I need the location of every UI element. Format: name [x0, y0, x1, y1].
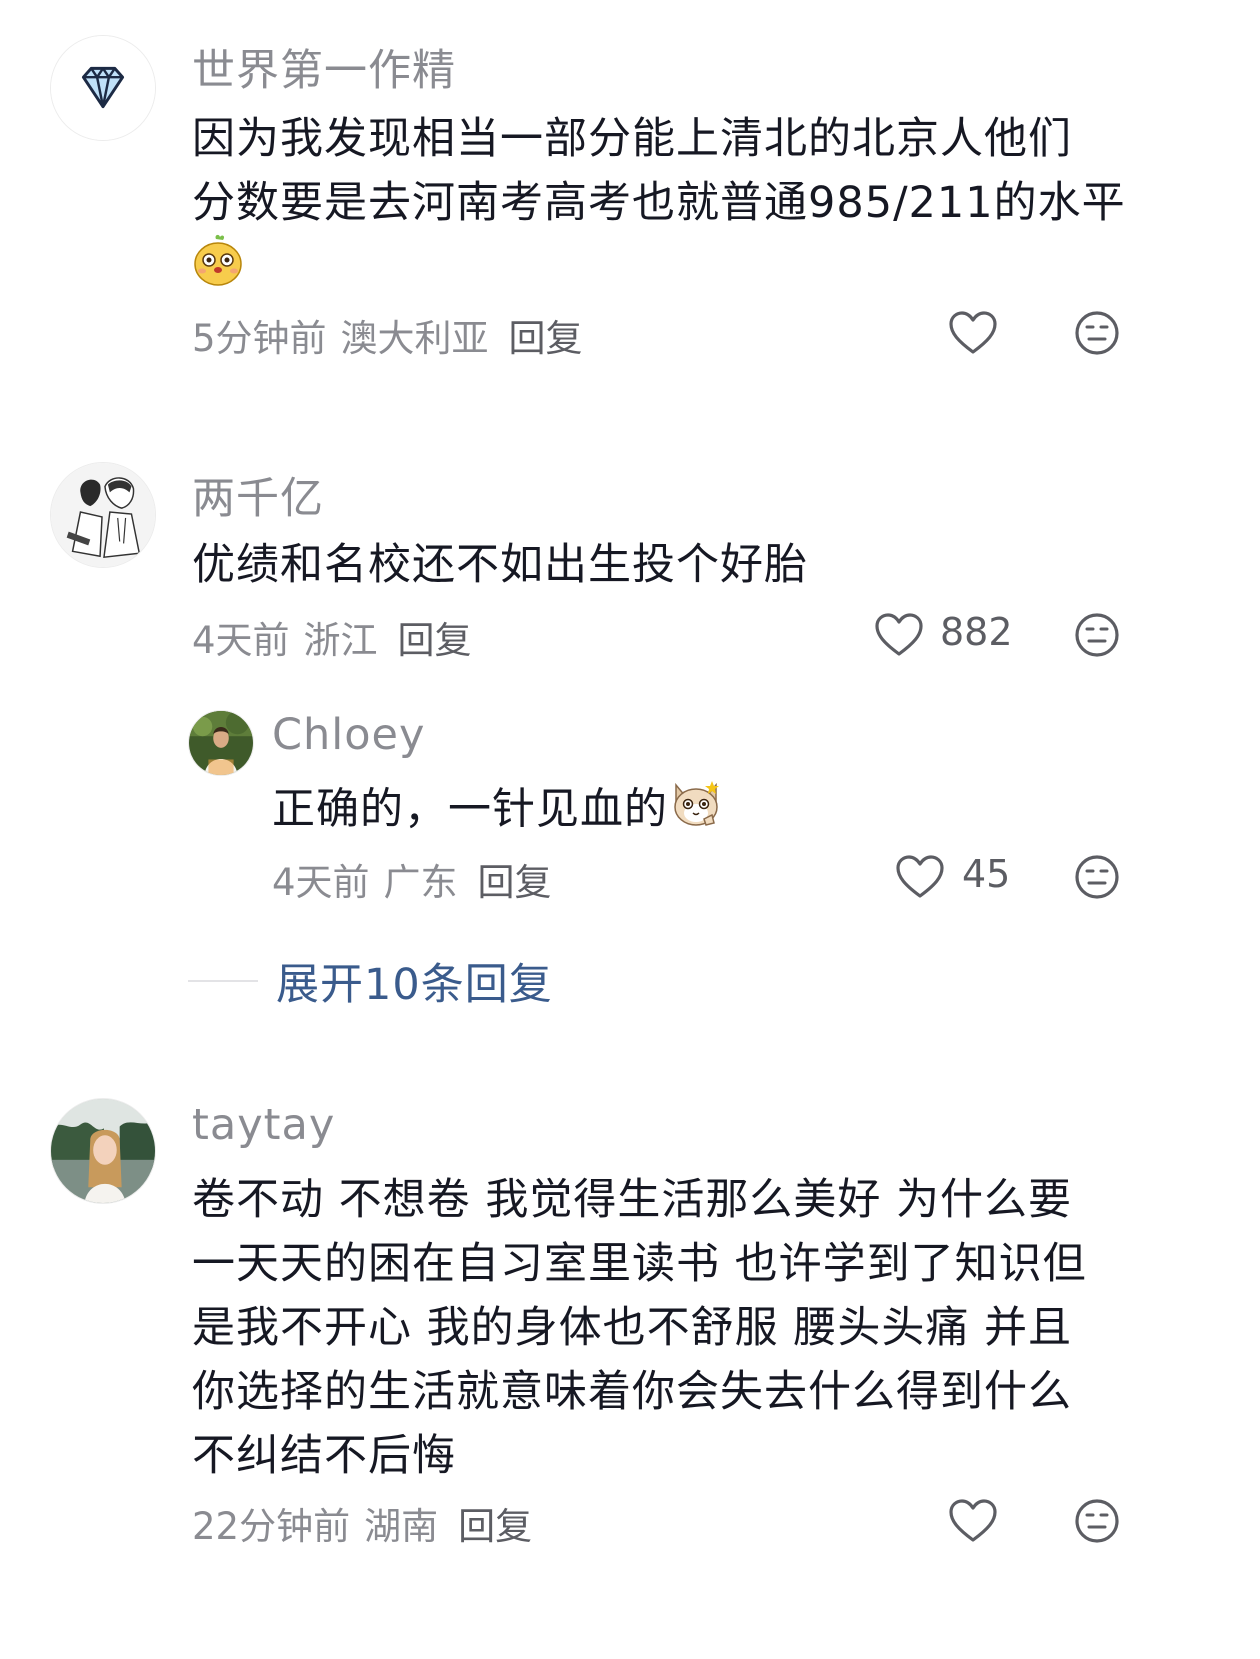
manga-illustration-avatar [51, 463, 155, 567]
neutral-face-icon [1075, 311, 1119, 355]
comment-4-username[interactable]: taytay [192, 1100, 335, 1150]
comment-2-reply-button[interactable]: 回复 [398, 610, 472, 664]
heart-icon [949, 1499, 997, 1542]
cute-dog-sticker-icon [192, 233, 244, 287]
comment-2-time: 4天前 [192, 619, 290, 662]
comment-4-line-1: 卷不动 不想卷 我觉得生活那么美好 为什么要 [192, 1175, 1073, 1225]
comment-2-like-button[interactable] [874, 612, 924, 658]
reply-location: 广东 [383, 861, 458, 904]
photo-avatar [189, 711, 253, 775]
comment-4-line-2: 一天天的困在自习室里读书 也许学到了知识但 [192, 1239, 1087, 1289]
comment-1-line-2: 分数要是去河南考高考也就普通985/211的水平 [192, 178, 1126, 228]
comment-4-line-4: 你选择的生活就意味着你会失去什么得到什么 [192, 1367, 1072, 1417]
comment-1-reply-button[interactable]: 回复 [509, 308, 583, 362]
reply-like-button[interactable] [895, 854, 945, 900]
reply-time: 4天前 [272, 861, 370, 904]
comment-4-reply-button[interactable]: 回复 [458, 1496, 532, 1550]
comment-4-line-3: 是我不开心 我的身体也不舒服 腰头头痛 并且 [192, 1303, 1073, 1353]
avatar-comment-4[interactable] [50, 1098, 156, 1204]
expand-replies-label[interactable]: 展开10条回复 [276, 950, 553, 1012]
reply-reply-button[interactable]: 回复 [478, 852, 552, 906]
reply-dislike-button[interactable] [1074, 854, 1120, 900]
reply-meta: 4天前 广东 回复 [272, 852, 566, 906]
cat-thumbs-up-sticker-icon [668, 775, 724, 849]
comment-2-text: 优绩和名校还不如出生投个好胎 [192, 533, 1232, 597]
comment-4-dislike-button[interactable] [1074, 1498, 1120, 1544]
comment-list: 世界第一作精 因为我发现相当一部分能上清北的北京人他们 分数要是去河南考高考也就… [0, 0, 1260, 1659]
comment-1-username[interactable]: 世界第一作精 [192, 36, 456, 98]
reply-text: 正确的，一针见血的 [272, 775, 1172, 849]
avatar-comment-2[interactable] [50, 462, 156, 568]
reply-text-body: 正确的，一针见血的 [272, 784, 668, 835]
comment-1-location: 澳大利亚 [340, 317, 489, 360]
comment-1-meta: 5分钟前 澳大利亚 回复 [192, 308, 597, 362]
heart-icon [896, 855, 944, 898]
comment-2-meta: 4天前 浙江 回复 [192, 610, 486, 664]
comment-1-time: 5分钟前 [192, 317, 327, 360]
heart-icon [949, 311, 997, 354]
comment-4-location: 湖南 [364, 1505, 439, 1548]
comment-2-dislike-button[interactable] [1074, 612, 1120, 658]
heart-icon [875, 613, 923, 656]
reply-like-count: 45 [962, 852, 1011, 896]
comment-4-time: 22分钟前 [192, 1505, 351, 1548]
neutral-face-icon [1075, 1499, 1119, 1543]
comment-1-text: 因为我发现相当一部分能上清北的北京人他们 分数要是去河南考高考也就普通985/2… [192, 107, 1232, 235]
reply-username[interactable]: Chloey [272, 710, 425, 760]
comment-1-dislike-button[interactable] [1074, 310, 1120, 356]
photo-avatar [51, 1099, 155, 1203]
neutral-face-icon [1075, 855, 1119, 899]
comment-4-like-button[interactable] [948, 1498, 998, 1544]
comment-2-like-count: 882 [940, 610, 1013, 654]
comment-1-line-1: 因为我发现相当一部分能上清北的北京人他们 [192, 114, 1072, 164]
expand-divider [188, 980, 258, 982]
diamond-icon [51, 36, 155, 140]
comment-2-line-1: 优绩和名校还不如出生投个好胎 [192, 540, 808, 590]
comment-4-line-5: 不纠结不后悔 [192, 1431, 456, 1481]
avatar-reply-chloey[interactable] [188, 710, 254, 776]
comment-4-meta: 22分钟前 湖南 回复 [192, 1496, 546, 1550]
neutral-face-icon [1075, 613, 1119, 657]
comment-2-location: 浙江 [303, 619, 378, 662]
expand-replies-button[interactable]: 展开10条回复 [188, 950, 553, 1012]
comment-2-username[interactable]: 两千亿 [192, 464, 324, 526]
comment-4-text: 卷不动 不想卷 我觉得生活那么美好 为什么要 一天天的困在自习室里读书 也许学到… [192, 1168, 1232, 1488]
comment-1-like-button[interactable] [948, 310, 998, 356]
avatar-comment-1[interactable] [50, 35, 156, 141]
